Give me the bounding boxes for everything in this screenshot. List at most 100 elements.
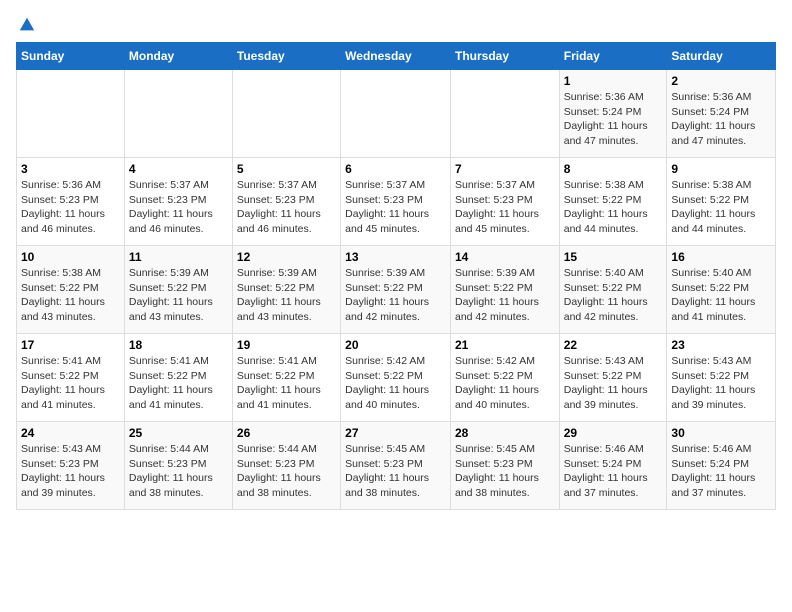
day-info: Sunrise: 5:44 AM Sunset: 5:23 PM Dayligh… <box>129 442 228 501</box>
calendar-cell <box>17 70 125 158</box>
day-number: 1 <box>564 74 663 88</box>
calendar-cell: 13 Sunrise: 5:39 AM Sunset: 5:22 PM Dayli… <box>341 246 451 334</box>
day-number: 8 <box>564 162 663 176</box>
calendar-cell: 16 Sunrise: 5:40 AM Sunset: 5:22 PM Dayli… <box>667 246 776 334</box>
day-number: 14 <box>455 250 555 264</box>
calendar-week-row: 3 Sunrise: 5:36 AM Sunset: 5:23 PM Daylig… <box>17 158 776 246</box>
day-info: Sunrise: 5:37 AM Sunset: 5:23 PM Dayligh… <box>345 178 446 237</box>
day-info: Sunrise: 5:45 AM Sunset: 5:23 PM Dayligh… <box>345 442 446 501</box>
day-header-wednesday: Wednesday <box>341 43 451 70</box>
day-info: Sunrise: 5:37 AM Sunset: 5:23 PM Dayligh… <box>455 178 555 237</box>
calendar-cell: 2 Sunrise: 5:36 AM Sunset: 5:24 PM Daylig… <box>667 70 776 158</box>
day-info: Sunrise: 5:42 AM Sunset: 5:22 PM Dayligh… <box>345 354 446 413</box>
day-number: 28 <box>455 426 555 440</box>
calendar-week-row: 17 Sunrise: 5:41 AM Sunset: 5:22 PM Dayli… <box>17 334 776 422</box>
calendar-cell: 1 Sunrise: 5:36 AM Sunset: 5:24 PM Daylig… <box>559 70 667 158</box>
day-info: Sunrise: 5:36 AM Sunset: 5:24 PM Dayligh… <box>671 90 771 149</box>
day-number: 9 <box>671 162 771 176</box>
day-number: 25 <box>129 426 228 440</box>
day-info: Sunrise: 5:43 AM Sunset: 5:22 PM Dayligh… <box>671 354 771 413</box>
calendar-cell: 28 Sunrise: 5:45 AM Sunset: 5:23 PM Dayli… <box>450 422 559 510</box>
day-number: 3 <box>21 162 120 176</box>
day-info: Sunrise: 5:39 AM Sunset: 5:22 PM Dayligh… <box>237 266 336 325</box>
day-number: 27 <box>345 426 446 440</box>
day-info: Sunrise: 5:39 AM Sunset: 5:22 PM Dayligh… <box>129 266 228 325</box>
day-info: Sunrise: 5:40 AM Sunset: 5:22 PM Dayligh… <box>564 266 663 325</box>
day-number: 18 <box>129 338 228 352</box>
day-info: Sunrise: 5:42 AM Sunset: 5:22 PM Dayligh… <box>455 354 555 413</box>
calendar-header-row: SundayMondayTuesdayWednesdayThursdayFrid… <box>17 43 776 70</box>
day-info: Sunrise: 5:39 AM Sunset: 5:22 PM Dayligh… <box>345 266 446 325</box>
calendar-cell: 5 Sunrise: 5:37 AM Sunset: 5:23 PM Daylig… <box>232 158 340 246</box>
day-header-tuesday: Tuesday <box>232 43 340 70</box>
calendar-cell: 20 Sunrise: 5:42 AM Sunset: 5:22 PM Dayli… <box>341 334 451 422</box>
calendar-cell <box>124 70 232 158</box>
day-number: 11 <box>129 250 228 264</box>
calendar-cell: 10Sunrise: 5:38 AM Sunset: 5:22 PM Dayli… <box>17 246 125 334</box>
day-header-friday: Friday <box>559 43 667 70</box>
day-header-sunday: Sunday <box>17 43 125 70</box>
day-header-saturday: Saturday <box>667 43 776 70</box>
day-info: Sunrise: 5:45 AM Sunset: 5:23 PM Dayligh… <box>455 442 555 501</box>
day-info: Sunrise: 5:44 AM Sunset: 5:23 PM Dayligh… <box>237 442 336 501</box>
day-number: 15 <box>564 250 663 264</box>
calendar-cell: 23 Sunrise: 5:43 AM Sunset: 5:22 PM Dayli… <box>667 334 776 422</box>
day-info: Sunrise: 5:41 AM Sunset: 5:22 PM Dayligh… <box>129 354 228 413</box>
calendar-cell: 8 Sunrise: 5:38 AM Sunset: 5:22 PM Daylig… <box>559 158 667 246</box>
day-number: 23 <box>671 338 771 352</box>
day-info: Sunrise: 5:46 AM Sunset: 5:24 PM Dayligh… <box>564 442 663 501</box>
calendar-cell: 21 Sunrise: 5:42 AM Sunset: 5:22 PM Dayli… <box>450 334 559 422</box>
calendar-cell: 15 Sunrise: 5:40 AM Sunset: 5:22 PM Dayli… <box>559 246 667 334</box>
calendar-cell: 4Sunrise: 5:37 AM Sunset: 5:23 PM Daylig… <box>124 158 232 246</box>
day-number: 2 <box>671 74 771 88</box>
calendar-cell: 26 Sunrise: 5:44 AM Sunset: 5:23 PM Dayli… <box>232 422 340 510</box>
day-info: Sunrise: 5:37 AM Sunset: 5:23 PM Dayligh… <box>129 178 228 237</box>
day-number: 16 <box>671 250 771 264</box>
day-info: Sunrise: 5:36 AM Sunset: 5:23 PM Dayligh… <box>21 178 120 237</box>
calendar-cell: 25 Sunrise: 5:44 AM Sunset: 5:23 PM Dayli… <box>124 422 232 510</box>
calendar-cell: 7 Sunrise: 5:37 AM Sunset: 5:23 PM Daylig… <box>450 158 559 246</box>
calendar-week-row: 10Sunrise: 5:38 AM Sunset: 5:22 PM Dayli… <box>17 246 776 334</box>
page-header <box>16 16 776 34</box>
day-number: 30 <box>671 426 771 440</box>
day-info: Sunrise: 5:41 AM Sunset: 5:22 PM Dayligh… <box>237 354 336 413</box>
calendar-table: SundayMondayTuesdayWednesdayThursdayFrid… <box>16 42 776 510</box>
calendar-cell: 30 Sunrise: 5:46 AM Sunset: 5:24 PM Dayli… <box>667 422 776 510</box>
day-header-thursday: Thursday <box>450 43 559 70</box>
calendar-week-row: 24Sunrise: 5:43 AM Sunset: 5:23 PM Dayli… <box>17 422 776 510</box>
day-info: Sunrise: 5:38 AM Sunset: 5:22 PM Dayligh… <box>564 178 663 237</box>
calendar-cell <box>232 70 340 158</box>
calendar-cell: 18 Sunrise: 5:41 AM Sunset: 5:22 PM Dayli… <box>124 334 232 422</box>
day-info: Sunrise: 5:38 AM Sunset: 5:22 PM Dayligh… <box>21 266 120 325</box>
day-info: Sunrise: 5:43 AM Sunset: 5:22 PM Dayligh… <box>564 354 663 413</box>
day-number: 19 <box>237 338 336 352</box>
calendar-cell: 12 Sunrise: 5:39 AM Sunset: 5:22 PM Dayli… <box>232 246 340 334</box>
day-number: 7 <box>455 162 555 176</box>
day-number: 26 <box>237 426 336 440</box>
day-number: 17 <box>21 338 120 352</box>
day-info: Sunrise: 5:46 AM Sunset: 5:24 PM Dayligh… <box>671 442 771 501</box>
day-number: 12 <box>237 250 336 264</box>
day-number: 22 <box>564 338 663 352</box>
day-info: Sunrise: 5:40 AM Sunset: 5:22 PM Dayligh… <box>671 266 771 325</box>
day-number: 29 <box>564 426 663 440</box>
calendar-cell: 11 Sunrise: 5:39 AM Sunset: 5:22 PM Dayli… <box>124 246 232 334</box>
day-info: Sunrise: 5:43 AM Sunset: 5:23 PM Dayligh… <box>21 442 120 501</box>
day-number: 13 <box>345 250 446 264</box>
calendar-cell: 9 Sunrise: 5:38 AM Sunset: 5:22 PM Daylig… <box>667 158 776 246</box>
calendar-cell: 29 Sunrise: 5:46 AM Sunset: 5:24 PM Dayli… <box>559 422 667 510</box>
calendar-cell: 17Sunrise: 5:41 AM Sunset: 5:22 PM Dayli… <box>17 334 125 422</box>
calendar-cell: 19 Sunrise: 5:41 AM Sunset: 5:22 PM Dayli… <box>232 334 340 422</box>
day-info: Sunrise: 5:38 AM Sunset: 5:22 PM Dayligh… <box>671 178 771 237</box>
day-number: 6 <box>345 162 446 176</box>
calendar-cell: 22 Sunrise: 5:43 AM Sunset: 5:22 PM Dayli… <box>559 334 667 422</box>
day-info: Sunrise: 5:36 AM Sunset: 5:24 PM Dayligh… <box>564 90 663 149</box>
logo <box>16 16 36 34</box>
day-number: 5 <box>237 162 336 176</box>
day-header-monday: Monday <box>124 43 232 70</box>
calendar-cell: 24Sunrise: 5:43 AM Sunset: 5:23 PM Dayli… <box>17 422 125 510</box>
day-number: 20 <box>345 338 446 352</box>
calendar-cell: 27 Sunrise: 5:45 AM Sunset: 5:23 PM Dayli… <box>341 422 451 510</box>
day-info: Sunrise: 5:37 AM Sunset: 5:23 PM Dayligh… <box>237 178 336 237</box>
day-number: 21 <box>455 338 555 352</box>
